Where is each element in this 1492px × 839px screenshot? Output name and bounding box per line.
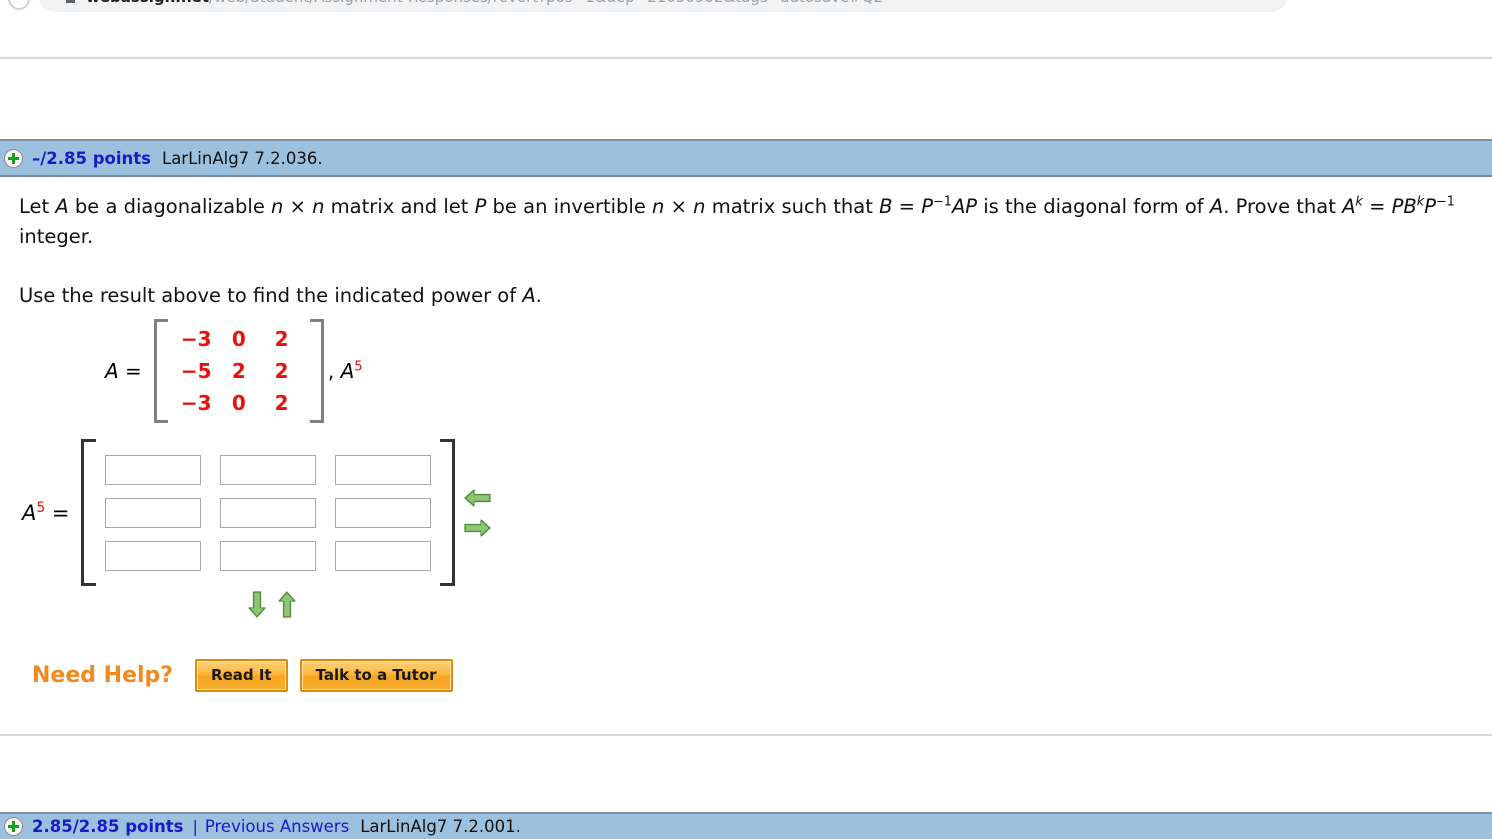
- equation-AP: AP: [951, 195, 978, 218]
- given-tail-var: A: [340, 359, 355, 383]
- given-matrix: A = −3 0 2 −5 2 2 −3 0 2 , A5: [105, 319, 363, 423]
- prompt-var-n3: n: [652, 195, 665, 218]
- back-arrow-icon[interactable]: [8, 0, 30, 10]
- answer-cell-r2c3[interactable]: [335, 497, 432, 528]
- equation-P-exponent: −1: [932, 194, 952, 210]
- arrow-up-icon[interactable]: [278, 591, 296, 618]
- given-label-equals: =: [118, 359, 142, 383]
- answer-matrix-grid: [96, 447, 440, 579]
- prompt-text-3: matrix and let: [324, 195, 475, 218]
- prompt2-period: .: [535, 284, 542, 307]
- given-cell: 2: [274, 327, 289, 351]
- equation2-PB: PB: [1391, 195, 1417, 218]
- prompt-var-A: A: [55, 195, 69, 218]
- bracket-right-icon: [309, 319, 324, 423]
- question-points: –/2.85 points: [32, 148, 151, 168]
- equation2-A: A: [1342, 195, 1356, 218]
- plus-circle-icon[interactable]: [4, 148, 23, 168]
- bracket-left-icon: [153, 319, 168, 423]
- given-cell: −3: [180, 327, 212, 351]
- answer-label-var: A: [22, 500, 37, 525]
- previous-answers-link[interactable]: Previous Answers: [205, 817, 349, 836]
- equation-equals-1: =: [892, 195, 922, 218]
- equation2-P: P: [1424, 195, 1436, 218]
- answer-cell-r2c2[interactable]: [220, 497, 317, 528]
- prompt-text-6: is the diagonal form of: [977, 195, 1210, 218]
- prompt-var-P: P: [474, 195, 487, 218]
- question-reference: LarLinAlg7 7.2.036.: [162, 148, 323, 168]
- prompt2-var-A: A: [522, 284, 536, 307]
- next-question-header-bar: 2.85/2.85 points | Previous Answers LarL…: [0, 812, 1492, 839]
- given-tail-comma: ,: [327, 359, 341, 383]
- prompt-var-n4: n: [693, 195, 706, 218]
- given-tail-exponent: 5: [354, 359, 363, 375]
- equation-equals-2: =: [1362, 195, 1392, 218]
- read-it-button[interactable]: Read It: [195, 659, 288, 692]
- given-cell: 0: [231, 327, 246, 351]
- answer-label-exponent: 5: [36, 499, 46, 516]
- prompt2-text: Use the result above to find the indicat…: [19, 284, 523, 307]
- column-controls: [464, 489, 491, 537]
- need-help-section: Need Help? Read It Talk to a Tutor: [32, 659, 465, 692]
- answer-bracket-right-icon: [440, 439, 456, 586]
- arrow-down-icon[interactable]: [248, 591, 266, 618]
- equation-P: P: [921, 195, 933, 218]
- prompt-var-n2: n: [312, 195, 325, 218]
- talk-to-tutor-button[interactable]: Talk to a Tutor: [299, 659, 453, 692]
- given-cell: 2: [274, 391, 289, 415]
- arrow-left-icon[interactable]: [464, 489, 491, 507]
- question-body: Let A be a diagonalizable n × n matrix a…: [0, 177, 1492, 734]
- prompt-times-2: ×: [664, 195, 694, 218]
- answer-cell-r1c1[interactable]: [105, 454, 202, 485]
- answer-cell-r3c1[interactable]: [105, 540, 202, 571]
- given-cell: 2: [274, 359, 289, 383]
- given-cell: −5: [180, 359, 212, 383]
- answer-matrix: A5 =: [22, 439, 456, 586]
- prompt-line-2: integer.: [19, 225, 94, 248]
- answer-label-equals: =: [45, 500, 70, 525]
- given-matrix-label: A =: [105, 359, 142, 383]
- header-separator: |: [192, 817, 198, 836]
- answer-cell-r3c3[interactable]: [335, 540, 432, 571]
- prompt-var-A2: A: [1209, 195, 1224, 218]
- answer-bracket-left-icon: [81, 439, 97, 586]
- need-help-label: Need Help?: [32, 663, 174, 688]
- prompt-text-4: be an invertible: [486, 195, 653, 218]
- row-controls: [248, 591, 296, 618]
- given-cell: 0: [231, 391, 246, 415]
- prompt-times-1: ×: [283, 195, 313, 218]
- prompt-text-1: Let: [19, 195, 56, 218]
- equation2-P-exponent: −1: [1435, 194, 1455, 210]
- divider-top: [0, 57, 1492, 59]
- arrow-right-icon[interactable]: [464, 519, 491, 537]
- given-label-var: A: [105, 359, 119, 383]
- given-matrix-power: , A5: [328, 359, 363, 383]
- question-prompt-secondary: Use the result above to find the indicat…: [19, 282, 542, 310]
- given-cell: 2: [231, 359, 246, 383]
- url-host: webassign.net: [86, 0, 209, 6]
- prompt-text-7: . Prove that: [1223, 195, 1343, 218]
- question-prompt: Let A be a diagonalizable n × n matrix a…: [19, 192, 1492, 248]
- lock-icon: [66, 0, 75, 3]
- prompt-text-2: be a diagonalizable: [68, 195, 272, 218]
- prompt-var-n1: n: [271, 195, 284, 218]
- next-question-points: 2.85/2.85 points: [32, 817, 184, 836]
- address-bar-url: webassign.net/web/Student/Assignment-Res…: [86, 0, 883, 8]
- answer-cell-r2c1[interactable]: [105, 497, 202, 528]
- given-cell: −3: [180, 391, 212, 415]
- question-header-bar: –/2.85 points LarLinAlg7 7.2.036.: [0, 139, 1492, 177]
- browser-toolbar: webassign.net/web/Student/Assignment-Res…: [0, 0, 1492, 14]
- answer-cell-r3c2[interactable]: [220, 540, 317, 571]
- equation2-A-exponent: k: [1355, 194, 1363, 210]
- prompt-text-5: matrix such that: [705, 195, 880, 218]
- divider-bottom: [0, 734, 1492, 736]
- equation-B: B: [879, 195, 893, 218]
- given-matrix-grid: −3 0 2 −5 2 2 −3 0 2: [168, 319, 310, 423]
- url-path: /web/Student/Assignment-Responses/revert…: [209, 0, 883, 6]
- plus-circle-icon[interactable]: [4, 817, 23, 836]
- answer-matrix-label: A5 =: [22, 501, 69, 525]
- answer-cell-r1c3[interactable]: [335, 454, 432, 485]
- next-question-reference: LarLinAlg7 7.2.001.: [360, 817, 521, 836]
- answer-cell-r1c2[interactable]: [220, 454, 317, 485]
